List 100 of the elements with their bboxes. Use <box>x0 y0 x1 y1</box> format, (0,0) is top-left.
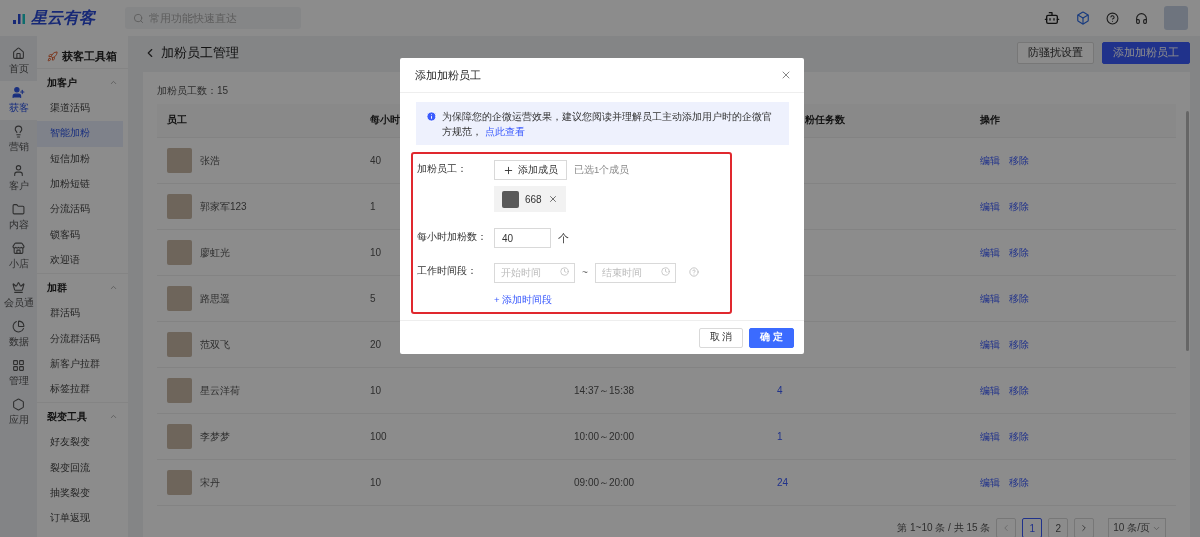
clock-icon <box>660 267 670 276</box>
logo-icon <box>12 11 26 25</box>
action-link[interactable]: 移除 <box>1009 246 1029 258</box>
sidebar-item[interactable]: 加粉短链 <box>37 171 123 198</box>
table-cell: 1 <box>370 201 376 212</box>
table-cell: 20 <box>370 339 382 350</box>
table-cell: 10:00～20:00 <box>574 430 635 442</box>
employee-name: 郭家军123 <box>200 199 247 214</box>
nav-rail-item[interactable]: 管理 <box>0 354 37 393</box>
sidebar-group-header[interactable]: 加群 <box>37 273 128 302</box>
sidebar-item[interactable]: 分流活码 <box>37 197 123 223</box>
sidebar-item[interactable]: 群活码 <box>37 301 123 327</box>
help-icon[interactable] <box>1106 11 1119 25</box>
sidebar-item[interactable]: 好友裂变 <box>37 430 123 456</box>
column-header: 每小时 <box>370 114 400 127</box>
scrollbar-thumb[interactable] <box>1186 111 1189 351</box>
employee-name: 星云洋荷 <box>200 383 240 398</box>
modal-title: 添加加粉员工 <box>415 67 481 83</box>
settings-button[interactable]: 防骚扰设置 <box>1017 42 1094 64</box>
page-size-select[interactable]: 10 条/页 <box>1108 518 1166 537</box>
add-button[interactable]: 添加加粉员工 <box>1102 42 1190 64</box>
action-link[interactable]: 移除 <box>1009 338 1029 350</box>
action-link[interactable]: 编辑 <box>980 430 1000 442</box>
nav-icon <box>12 125 25 138</box>
sidebar-item[interactable]: 订单返现 <box>37 506 123 532</box>
task-count-link[interactable]: 1 <box>777 431 783 442</box>
action-link[interactable]: 编辑 <box>980 200 1000 212</box>
sidebar-item[interactable]: 分流群活码 <box>37 326 123 352</box>
employee-count: 加粉员工数：15 <box>157 84 230 98</box>
unit-label: 个 <box>558 230 569 246</box>
logo-text: 星云有客 <box>31 7 95 28</box>
action-link[interactable]: 编辑 <box>980 338 1000 350</box>
nav-rail-item[interactable]: 首页 <box>0 42 37 81</box>
photo-placeholder <box>167 148 192 173</box>
action-link[interactable]: 编辑 <box>980 292 1000 304</box>
sidebar-item[interactable]: 欢迎语 <box>37 247 123 274</box>
sidebar-item[interactable]: 标签拉群 <box>37 376 123 403</box>
action-link[interactable]: 移除 <box>1009 200 1029 212</box>
action-link[interactable]: 编辑 <box>980 246 1000 258</box>
table-cell: 10 <box>370 477 382 488</box>
cube-icon[interactable] <box>1076 11 1090 25</box>
sidebar-title: 获客工具箱 <box>62 48 117 64</box>
input-field[interactable]: 40 <box>494 228 551 248</box>
chevron-up-icon <box>109 78 118 87</box>
photo-placeholder <box>167 424 192 449</box>
search-icon <box>133 12 144 24</box>
photo-placeholder <box>167 378 192 403</box>
start-time-field[interactable]: 开始时间 <box>494 262 575 283</box>
action-link[interactable]: 移除 <box>1009 154 1029 166</box>
page-button[interactable]: 1 <box>1022 518 1043 537</box>
close-icon[interactable] <box>780 69 792 81</box>
field-label: 加粉员工： <box>417 162 468 176</box>
nav-rail-item[interactable]: 数据 <box>0 315 37 354</box>
sidebar-item[interactable]: 短信加粉 <box>37 146 123 172</box>
task-count-link[interactable]: 4 <box>777 385 783 396</box>
confirm-button[interactable]: 确 定 <box>749 327 794 348</box>
action-link[interactable]: 移除 <box>1009 430 1029 442</box>
employee-name: 路思遥 <box>200 291 230 306</box>
action-link[interactable]: 移除 <box>1009 292 1029 304</box>
nav-rail-item[interactable]: 内容 <box>0 198 37 237</box>
action-link[interactable]: 编辑 <box>980 384 1000 396</box>
photo-placeholder <box>167 286 192 311</box>
sidebar-item[interactable]: 新客户拉群 <box>37 351 123 377</box>
nav-rail-item[interactable]: 营销 <box>0 120 37 159</box>
table-cell: 09:00～20:00 <box>574 476 635 488</box>
sidebar-item[interactable]: 锁客码 <box>37 222 123 248</box>
nav-rail-item[interactable]: 应用 <box>0 393 37 432</box>
column-header: 粉任务数 <box>805 114 845 127</box>
nav-rail-item[interactable]: 小店 <box>0 237 37 276</box>
sidebar-group-header[interactable]: 加客户 <box>37 68 128 96</box>
add-member-button[interactable]: 添加成员 <box>494 160 567 180</box>
column-header: 操作 <box>980 114 1000 127</box>
sidebar-item[interactable]: 裂变回流 <box>37 455 123 481</box>
sidebar-group-header[interactable]: 裂变工具 <box>37 402 128 431</box>
photo-placeholder <box>167 332 192 357</box>
add-time-link[interactable]: + 添加时间段 <box>494 294 553 307</box>
sidebar-item[interactable]: 智能加粉 <box>37 121 123 147</box>
notice-link[interactable]: 点此查看 <box>484 126 525 137</box>
action-link[interactable]: 编辑 <box>980 154 1000 166</box>
nav-icon <box>12 47 25 60</box>
notice-text: 为保障您的企微运营效果，建议您阅读并理解员工主动添加用户时的企微官方规范， 点此查看 <box>442 110 773 139</box>
page-button[interactable]: 2 <box>1048 518 1069 537</box>
headset-icon[interactable] <box>1135 11 1148 25</box>
sidebar-item[interactable]: 渠道活码 <box>37 96 123 122</box>
field-label: 每小时加粉数： <box>417 230 488 244</box>
nav-rail-item[interactable]: 会员通 <box>0 276 37 315</box>
action-link[interactable]: 编辑 <box>980 476 1000 488</box>
nav-rail-item[interactable]: 客户 <box>0 159 37 198</box>
end-time-field[interactable]: 结束时间 <box>594 262 676 283</box>
action-link[interactable]: 移除 <box>1009 384 1029 396</box>
cancel-button[interactable]: 取 消 <box>698 327 744 348</box>
info-icon <box>426 111 437 122</box>
task-count-link[interactable]: 24 <box>777 477 789 488</box>
nav-rail-item[interactable]: 获客 <box>0 81 37 120</box>
action-link[interactable]: 移除 <box>1009 476 1029 488</box>
sidebar-item[interactable]: 抽奖裂变 <box>37 480 123 507</box>
page-title: 加粉员工管理 <box>161 44 239 62</box>
close-icon[interactable] <box>547 194 558 204</box>
table-cell: 14:37～15:38 <box>574 384 635 396</box>
robot-icon[interactable] <box>1044 10 1060 26</box>
